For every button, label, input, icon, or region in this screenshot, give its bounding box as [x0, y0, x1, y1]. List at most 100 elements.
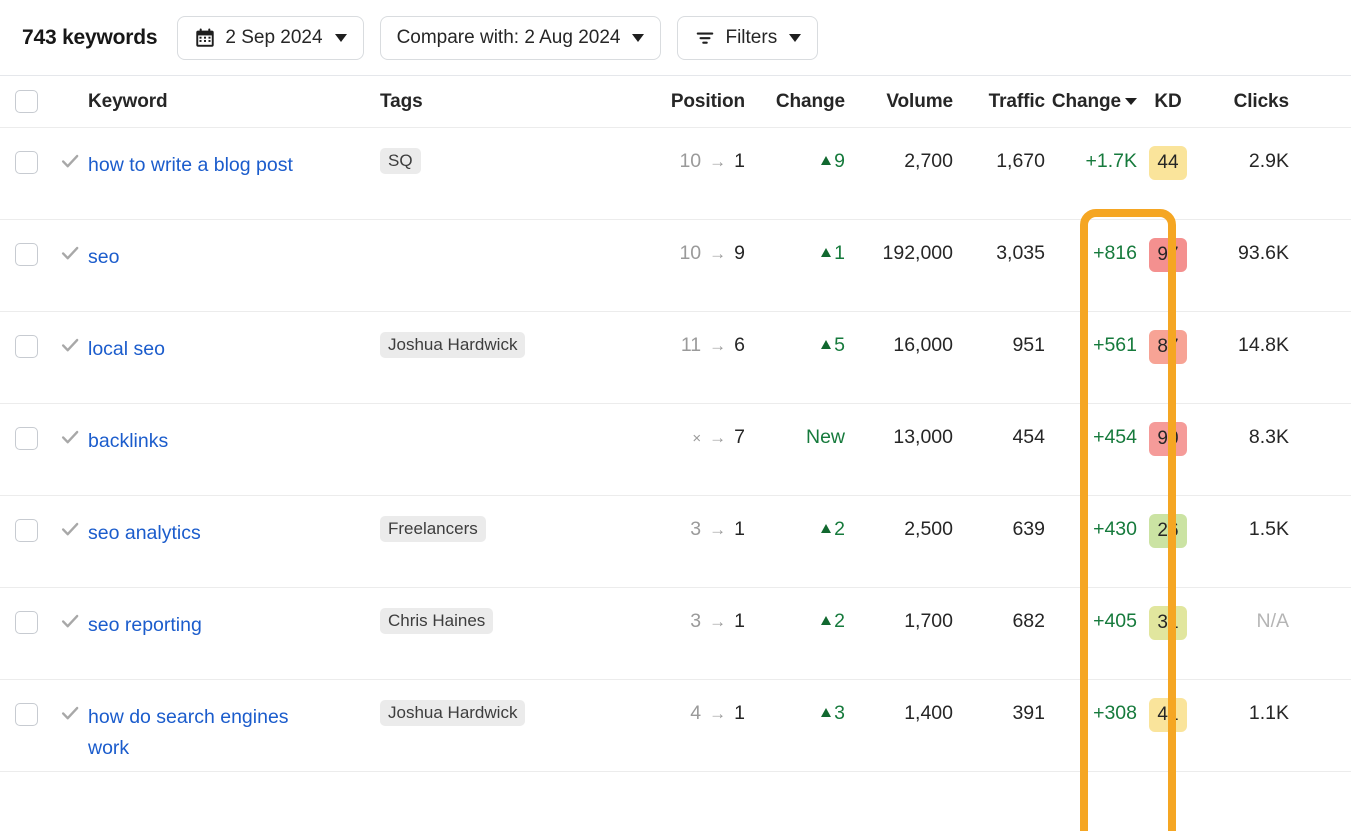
row-checkbox-cell — [0, 220, 52, 266]
position-current: 1 — [734, 702, 745, 725]
row-select-checkbox[interactable] — [15, 427, 38, 450]
position-current: 7 — [734, 426, 745, 449]
column-header-keyword[interactable]: Keyword — [88, 91, 380, 113]
position-previous: 4 — [690, 702, 701, 725]
row-select-checkbox[interactable] — [15, 703, 38, 726]
table-row[interactable]: seo reporting Chris Haines 3 → 1 2 1,700… — [0, 588, 1351, 680]
row-select-checkbox[interactable] — [15, 519, 38, 542]
column-header-traffic[interactable]: Traffic — [953, 91, 1045, 113]
calendar-icon — [194, 27, 216, 49]
keyword-link[interactable]: how to write a blog post — [88, 150, 293, 181]
row-tags-cell: Joshua Hardwick — [380, 312, 625, 358]
triangle-up-icon — [821, 340, 831, 349]
filters-button[interactable]: Filters — [677, 16, 818, 60]
column-header-change[interactable]: Change — [745, 91, 845, 113]
checkmark-icon[interactable] — [59, 334, 81, 361]
column-header-traffic-change[interactable]: Change — [1045, 91, 1137, 113]
keyword-link[interactable]: seo — [88, 242, 119, 273]
row-traffic-cell: 682 — [953, 588, 1045, 633]
row-select-checkbox[interactable] — [15, 243, 38, 266]
row-clicks-cell: N/A — [1199, 588, 1299, 633]
tag-chip[interactable]: Joshua Hardwick — [380, 332, 525, 358]
row-position-change-cell: 2 — [745, 496, 845, 541]
column-header-volume[interactable]: Volume — [845, 91, 953, 113]
select-all-checkbox-cell — [0, 90, 52, 113]
volume-value: 2,500 — [904, 518, 953, 540]
checkmark-icon[interactable] — [59, 426, 81, 453]
row-select-checkbox[interactable] — [15, 335, 38, 358]
row-position-cell: 4 → 1 — [625, 680, 745, 725]
table-row[interactable]: backlinks × → 7 New 13,000 454 +454 90 — [0, 404, 1351, 496]
clicks-value: 93.6K — [1238, 242, 1289, 264]
triangle-up-icon — [821, 616, 831, 625]
row-clicks-cell: 2.9K — [1199, 128, 1299, 173]
row-checkbox-cell — [0, 588, 52, 634]
keyword-link[interactable]: seo reporting — [88, 610, 202, 641]
row-select-checkbox[interactable] — [15, 611, 38, 634]
row-change-value: 3 — [834, 702, 845, 725]
triangle-up-icon — [821, 248, 831, 257]
checkmark-icon[interactable] — [59, 150, 81, 177]
table-row[interactable]: seo 10 → 9 1 192,000 3,035 +816 97 93.6 — [0, 220, 1351, 312]
triangle-up-icon — [821, 524, 831, 533]
table-row[interactable]: how to write a blog post SQ 10 → 1 9 2,7… — [0, 128, 1351, 220]
traffic-value: 639 — [1012, 518, 1045, 540]
row-clicks-cell: 8.3K — [1199, 404, 1299, 449]
row-checkbox-cell — [0, 404, 52, 450]
column-header-position[interactable]: Position — [625, 91, 745, 113]
column-header-traffic-change-label: Change — [1052, 91, 1121, 113]
row-tags-cell — [380, 220, 625, 240]
tag-chip[interactable]: Joshua Hardwick — [380, 700, 525, 726]
kd-badge: 90 — [1149, 422, 1187, 456]
date-picker-label: 2 Sep 2024 — [225, 28, 322, 47]
row-select-checkbox[interactable] — [15, 151, 38, 174]
tag-chip[interactable]: Freelancers — [380, 516, 486, 542]
table-row[interactable]: how do search engines work Joshua Hardwi… — [0, 680, 1351, 772]
date-picker-button[interactable]: 2 Sep 2024 — [177, 16, 363, 60]
column-header-kd[interactable]: KD — [1137, 91, 1199, 113]
position-current: 1 — [734, 150, 745, 173]
compare-with-button[interactable]: Compare with: 2 Aug 2024 — [380, 16, 662, 60]
kd-badge: 87 — [1149, 330, 1187, 364]
tag-chip[interactable]: Chris Haines — [380, 608, 493, 634]
keyword-link[interactable]: backlinks — [88, 426, 168, 457]
position-current: 9 — [734, 242, 745, 265]
row-traffic-cell: 391 — [953, 680, 1045, 725]
row-volume-cell: 1,700 — [845, 588, 953, 633]
row-change-value: 2 — [834, 610, 845, 633]
keyword-link[interactable]: local seo — [88, 334, 165, 365]
table-row[interactable]: seo analytics Freelancers 3 → 1 2 2,500 … — [0, 496, 1351, 588]
arrow-right-icon: → — [709, 612, 726, 632]
clicks-value: 1.5K — [1249, 518, 1289, 540]
traffic-value: 951 — [1012, 334, 1045, 356]
checkmark-icon[interactable] — [59, 702, 81, 729]
traffic-change-value: +454 — [1093, 426, 1137, 448]
row-tracked-cell — [52, 312, 88, 361]
chevron-down-icon — [335, 34, 347, 42]
select-all-checkbox[interactable] — [15, 90, 38, 113]
row-kd-cell: 41 — [1137, 680, 1199, 732]
checkmark-icon[interactable] — [59, 518, 81, 545]
row-traffic-cell: 454 — [953, 404, 1045, 449]
volume-value: 192,000 — [883, 242, 954, 264]
clicks-value: 14.8K — [1238, 334, 1289, 356]
row-checkbox-cell — [0, 496, 52, 542]
row-traffic-change-cell: +1.7K — [1045, 128, 1137, 173]
keyword-link[interactable]: seo analytics — [88, 518, 201, 549]
triangle-up-icon — [821, 708, 831, 717]
keyword-link[interactable]: how do search engines work — [88, 702, 318, 764]
column-header-clicks[interactable]: Clicks — [1199, 91, 1299, 113]
table-row[interactable]: local seo Joshua Hardwick 11 → 6 5 16,00… — [0, 312, 1351, 404]
checkmark-icon[interactable] — [59, 242, 81, 269]
row-volume-cell: 16,000 — [845, 312, 953, 357]
tag-chip[interactable]: SQ — [380, 148, 421, 174]
row-tracked-cell — [52, 220, 88, 269]
column-header-tags[interactable]: Tags — [380, 91, 625, 113]
toolbar: 743 keywords 2 Sep 2024 Compare with: 2 … — [0, 0, 1351, 76]
row-traffic-cell: 1,670 — [953, 128, 1045, 173]
sort-desc-icon — [1125, 98, 1137, 105]
row-checkbox-cell — [0, 312, 52, 358]
checkmark-icon[interactable] — [59, 610, 81, 637]
row-volume-cell: 1,400 — [845, 680, 953, 725]
filters-label: Filters — [725, 28, 777, 47]
